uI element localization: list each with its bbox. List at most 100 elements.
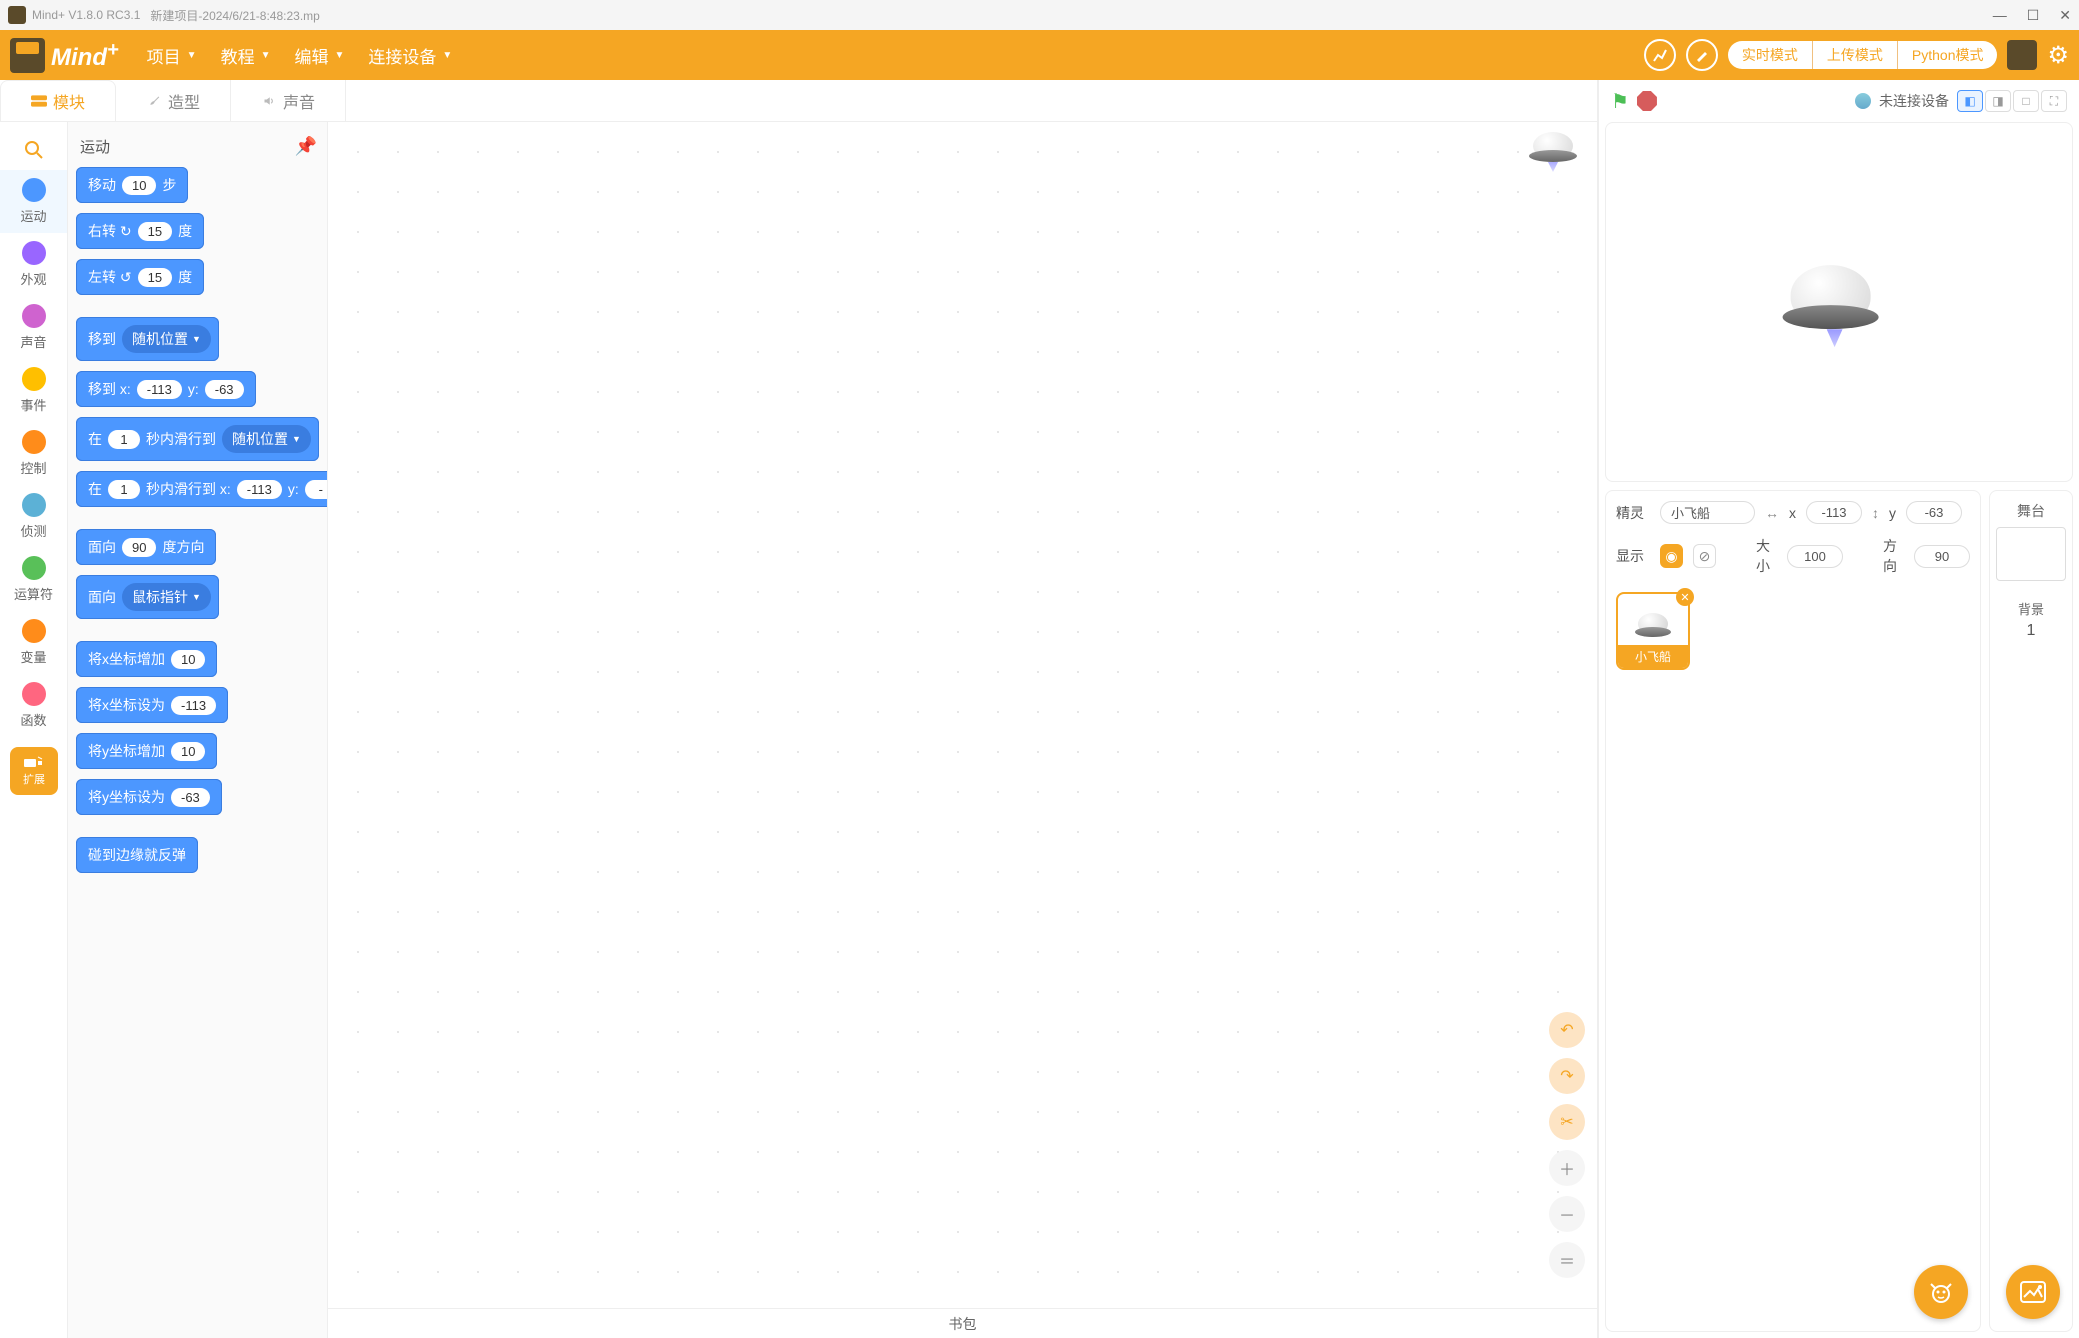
sprite-tile[interactable]: ✕ 小飞船	[1616, 592, 1690, 670]
block-change-y[interactable]: 将y坐标增加10	[76, 733, 217, 769]
layout-large-button[interactable]: ◨	[1985, 90, 2011, 112]
stage-thumbnail[interactable]	[1996, 527, 2066, 581]
stage-column: 舞台 背景 1	[1989, 490, 2073, 1332]
search-icon[interactable]	[0, 130, 67, 170]
y-input[interactable]	[1906, 501, 1962, 524]
category-label: 外观	[20, 269, 46, 288]
tab-sounds[interactable]: 声音	[231, 80, 346, 121]
block-set-y[interactable]: 将y坐标设为-63	[76, 779, 222, 815]
user-avatar-icon[interactable]	[2007, 40, 2037, 70]
brand: Mind+	[10, 38, 119, 73]
pin-icon[interactable]: 📌	[295, 136, 317, 157]
backdrop-label: 背景	[2018, 599, 2044, 618]
block-glide-random[interactable]: 在1秒内滑行到随机位置▼	[76, 417, 319, 461]
category-item[interactable]: 侦测	[0, 485, 67, 548]
zoom-out-button[interactable]: －	[1549, 1196, 1585, 1232]
app-logo-icon	[8, 6, 26, 24]
delete-sprite-icon[interactable]: ✕	[1676, 588, 1694, 606]
block-point-direction[interactable]: 面向90度方向	[76, 529, 216, 565]
zoom-in-button[interactable]: ＋	[1549, 1150, 1585, 1186]
redo-button[interactable]: ↷	[1549, 1058, 1585, 1094]
sprite-info-panel: 精灵 ↔ x ↕ y 显示 ◉ ⊘ 大小 方向	[1605, 490, 1981, 1332]
block-goto-xy[interactable]: 移到 x:-113y:-63	[76, 371, 256, 407]
direction-input[interactable]	[1914, 545, 1970, 568]
canvas-sprite-thumbnail	[1529, 132, 1577, 172]
category-label: 函数	[20, 710, 46, 729]
extension-icon	[24, 755, 44, 771]
category-color-icon	[22, 682, 46, 706]
category-color-icon	[22, 367, 46, 391]
palette-title: 运动	[80, 136, 110, 157]
category-label: 变量	[20, 647, 46, 666]
block-change-x[interactable]: 将x坐标增加10	[76, 641, 217, 677]
menu-tutorial[interactable]: 教程▼	[213, 39, 279, 72]
category-item[interactable]: 控制	[0, 422, 67, 485]
tab-costumes[interactable]: 造型	[116, 80, 231, 121]
block-bounce-edge[interactable]: 碰到边缘就反弹	[76, 837, 198, 873]
add-sprite-button[interactable]	[1914, 1265, 1968, 1319]
x-label: x	[1789, 505, 1796, 521]
size-label: 大小	[1756, 536, 1777, 576]
category-item[interactable]: 事件	[0, 359, 67, 422]
x-input[interactable]	[1806, 501, 1862, 524]
block-turn-left[interactable]: 左转 ↺15度	[76, 259, 204, 295]
sprite-name-input[interactable]	[1660, 501, 1755, 524]
mode-realtime[interactable]: 实时模式	[1728, 41, 1812, 69]
category-item[interactable]: 运算符	[0, 548, 67, 611]
backpack-bar[interactable]: 书包	[328, 1308, 1597, 1338]
category-item[interactable]: 外观	[0, 233, 67, 296]
menu-project[interactable]: 项目▼	[139, 39, 205, 72]
zoom-reset-button[interactable]: ＝	[1549, 1242, 1585, 1278]
edit-circle-icon[interactable]	[1686, 39, 1718, 71]
minimize-icon[interactable]: —	[1993, 7, 2007, 24]
layout-small-button[interactable]: ◧	[1957, 90, 1983, 112]
block-move-steps[interactable]: 移动10步	[76, 167, 188, 203]
menu-connect-device[interactable]: 连接设备▼	[360, 39, 460, 72]
category-item[interactable]: 变量	[0, 611, 67, 674]
category-item[interactable]: 声音	[0, 296, 67, 359]
sprite-tile-label: 小飞船	[1618, 645, 1688, 668]
category-item[interactable]: 函数	[0, 674, 67, 737]
block-point-towards[interactable]: 面向鼠标指针▼	[76, 575, 219, 619]
block-goto-random[interactable]: 移到随机位置▼	[76, 317, 219, 361]
backdrop-count: 1	[2027, 622, 2036, 640]
script-canvas[interactable]: ↶ ↷ ✂ ＋ － ＝ 书包	[328, 122, 1597, 1338]
chart-icon[interactable]	[1644, 39, 1676, 71]
close-icon[interactable]: ✕	[2059, 7, 2071, 24]
gear-icon[interactable]: ⚙	[2047, 41, 2069, 70]
layout-stage-only-button[interactable]: □	[2013, 90, 2039, 112]
category-label: 运动	[20, 206, 46, 225]
window-controls: — ☐ ✕	[1993, 7, 2071, 24]
size-input[interactable]	[1787, 545, 1843, 568]
green-flag-icon[interactable]: ⚑	[1611, 89, 1629, 114]
crop-button[interactable]: ✂	[1549, 1104, 1585, 1140]
show-visible-button[interactable]: ◉	[1660, 544, 1683, 568]
add-backdrop-button[interactable]	[2006, 1265, 2060, 1319]
maximize-icon[interactable]: ☐	[2027, 7, 2040, 24]
stage[interactable]	[1605, 122, 2073, 482]
mode-upload[interactable]: 上传模式	[1812, 41, 1897, 69]
stop-icon[interactable]	[1637, 91, 1657, 111]
show-label: 显示	[1616, 546, 1650, 566]
fullscreen-button[interactable]: ⛶	[2041, 90, 2067, 112]
category-item[interactable]: 运动	[0, 170, 67, 233]
category-label: 控制	[20, 458, 46, 477]
mode-python[interactable]: Python模式	[1897, 41, 1998, 69]
block-set-x[interactable]: 将x坐标设为-113	[76, 687, 228, 723]
show-hidden-button[interactable]: ⊘	[1693, 544, 1716, 568]
category-label: 事件	[20, 395, 46, 414]
blocks-icon	[31, 95, 47, 107]
block-turn-right[interactable]: 右转 ↻15度	[76, 213, 204, 249]
chevron-down-icon: ▼	[261, 50, 271, 61]
block-glide-xy[interactable]: 在1秒内滑行到 x:-113y:-	[76, 471, 328, 507]
menubar: Mind+ 项目▼ 教程▼ 编辑▼ 连接设备▼ 实时模式 上传模式 Python…	[0, 30, 2079, 80]
menu-edit[interactable]: 编辑▼	[286, 39, 352, 72]
undo-button[interactable]: ↶	[1549, 1012, 1585, 1048]
canvas-tools: ↶ ↷ ✂ ＋ － ＝	[1549, 1012, 1585, 1278]
extensions-button[interactable]: 扩展	[10, 747, 58, 795]
tab-blocks[interactable]: 模块	[0, 80, 116, 121]
category-label: 侦测	[20, 521, 46, 540]
block-palette: 运动 📌 移动10步 右转 ↻15度 左转 ↺15度 移到随机位置▼ 移到 x:…	[68, 122, 328, 1338]
chevron-down-icon: ▼	[442, 50, 452, 61]
stage-sprite[interactable]	[1791, 265, 1879, 347]
